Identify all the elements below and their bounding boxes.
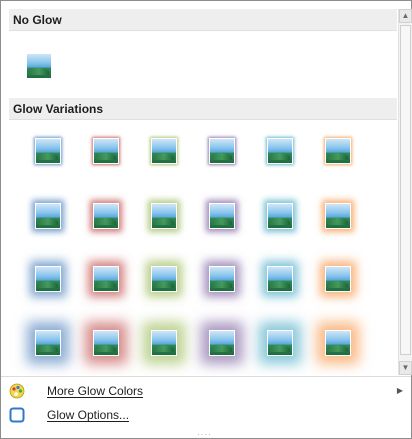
purple-glow-8pt-option[interactable]: [209, 203, 235, 229]
green-glow-8pt-option[interactable]: [151, 203, 177, 229]
purple-glow-11pt-option[interactable]: [209, 266, 235, 292]
glow-options-item[interactable]: Glow Options...: [7, 404, 403, 426]
menu-separator: [1, 376, 411, 377]
aqua-glow-5pt-option[interactable]: [267, 138, 293, 164]
red-glow-5pt-option[interactable]: [93, 138, 119, 164]
blue-glow-11pt-option[interactable]: [35, 266, 61, 292]
no-glow-option[interactable]: [26, 53, 52, 79]
orange-glow-8pt-option[interactable]: [325, 203, 351, 229]
green-glow-11pt-option[interactable]: [151, 266, 177, 292]
blue-glow-18pt-option[interactable]: [35, 330, 61, 356]
scroll-thumb[interactable]: [400, 25, 411, 355]
resize-gripper[interactable]: ····: [197, 430, 212, 439]
aqua-glow-8pt-option[interactable]: [267, 203, 293, 229]
glow-variations-header: Glow Variations: [9, 98, 397, 120]
more-glow-colors-label: More Glow Colors: [47, 384, 144, 398]
aqua-glow-18pt-option[interactable]: [267, 330, 293, 356]
aqua-glow-11pt-option[interactable]: [267, 266, 293, 292]
blue-glow-8pt-option[interactable]: [35, 203, 61, 229]
glow-options-label: Glow Options...: [47, 408, 130, 422]
red-glow-11pt-option[interactable]: [93, 266, 119, 292]
palette-icon: [9, 383, 25, 399]
orange-glow-18pt-option[interactable]: [325, 330, 351, 356]
glow-options-icon: [9, 407, 25, 423]
scroll-up-arrow-icon[interactable]: ▲: [399, 9, 412, 23]
red-glow-18pt-option[interactable]: [93, 330, 119, 356]
purple-glow-18pt-option[interactable]: [209, 330, 235, 356]
orange-glow-11pt-option[interactable]: [325, 266, 351, 292]
blue-glow-5pt-option[interactable]: [35, 138, 61, 164]
glow-gallery-dropdown: No Glow Glow Variations ▲ ▼ More Glow Co…: [0, 0, 412, 439]
no-glow-header: No Glow: [9, 9, 397, 31]
more-glow-colors-item[interactable]: More Glow Colors ▶: [7, 380, 403, 402]
glow-gallery-panel: No Glow Glow Variations: [9, 9, 397, 375]
orange-glow-5pt-option[interactable]: [325, 138, 351, 164]
green-glow-5pt-option[interactable]: [151, 138, 177, 164]
scroll-down-arrow-icon[interactable]: ▼: [399, 361, 412, 375]
green-glow-18pt-option[interactable]: [151, 330, 177, 356]
red-glow-8pt-option[interactable]: [93, 203, 119, 229]
gallery-scrollbar[interactable]: ▲ ▼: [398, 9, 412, 375]
purple-glow-5pt-option[interactable]: [209, 138, 235, 164]
chevron-right-icon: ▶: [396, 386, 403, 395]
